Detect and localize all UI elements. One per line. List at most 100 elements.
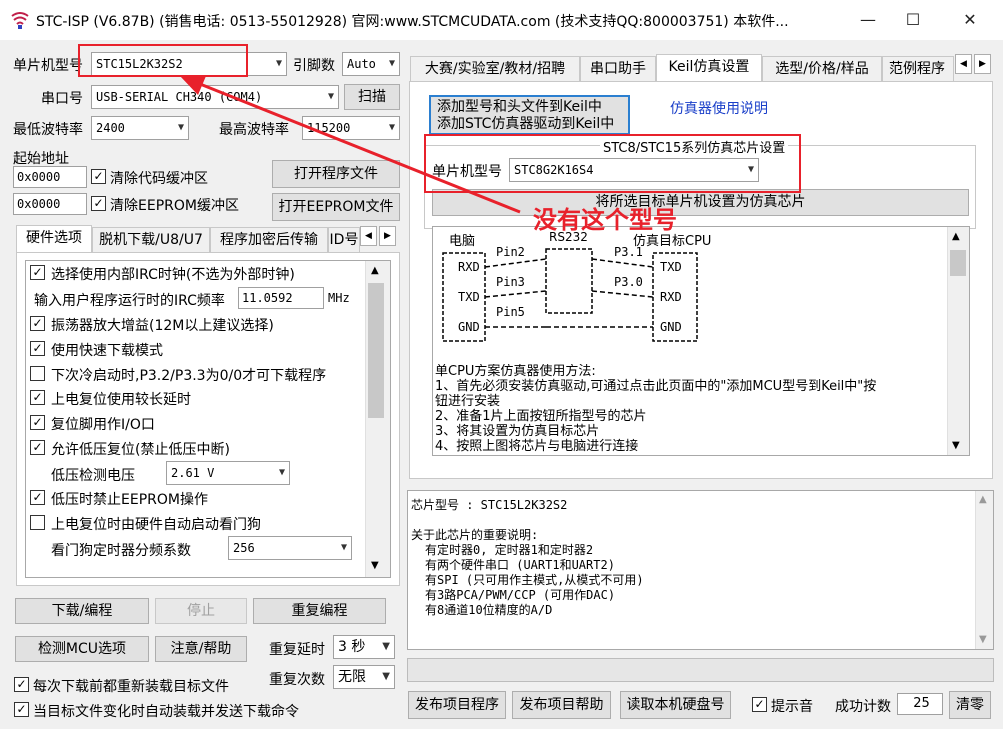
publish-help-button[interactable]: 发布项目帮助 [512,691,611,719]
tab-examples[interactable]: 范例程序 [882,56,954,82]
clear-code-checkbox[interactable]: ✓ [91,169,106,184]
instruction-line: 单CPU方案仿真器使用方法: [435,364,596,379]
irc-label: 选择使用内部IRC时钟(不选为外部时钟) [51,267,295,283]
maximize-button[interactable]: ☐ [890,0,936,40]
open-eeprom-button[interactable]: 打开EEPROM文件 [272,193,400,221]
irc-freq-unit: MHz [328,291,350,305]
app-icon [11,12,29,29]
low-voltage-reset-checkbox[interactable]: ✓ [30,440,45,455]
download-button[interactable]: 下载/编程 [15,598,149,624]
osc-gain-checkbox[interactable]: ✓ [30,316,45,331]
min-baud-select[interactable]: 2400 ▼ [91,116,189,140]
chip-info-scroll-down-icon[interactable]: ▼ [979,634,987,645]
chip-info-line: 有8通道10位精度的A/D [425,603,553,617]
tab-keil-settings[interactable]: Keil仿真设置 [656,54,762,82]
eeprom-address-input[interactable]: 0x0000 [13,193,87,215]
code-address-input[interactable]: 0x0000 [13,166,87,188]
reload-label: 每次下载前都重新装载目标文件 [33,679,229,695]
wdt-div-select[interactable]: 256 ▼ [228,536,352,560]
reprogram-button[interactable]: 重复编程 [253,598,386,624]
info-scroll-up-icon[interactable]: ▲ [952,231,960,242]
pins-select[interactable]: Auto ▼ [342,52,400,76]
scan-button[interactable]: 扫描 [344,84,400,110]
chip-info-line [411,513,644,528]
min-baud-value: 2400 [96,121,125,135]
power-delay-checkbox[interactable]: ✓ [30,390,45,405]
tab-scroll-left-icon[interactable]: ◀ [360,226,377,246]
chevron-down-icon: ▼ [388,122,395,133]
hw-watchdog-checkbox[interactable] [30,515,45,530]
irc-checkbox[interactable]: ✓ [30,265,45,280]
clear-code-label: 清除代码缓冲区 [110,171,208,187]
port-select[interactable]: USB-SERIAL CH340 (COM4) ▼ [91,85,339,109]
pc-rxd: RXD [458,260,480,274]
chip-info-text: 芯片型号 : STC15L2K32S2 关于此芯片的重要说明: 有定时器0, 定… [411,498,644,618]
publish-program-button[interactable]: 发布项目程序 [408,691,506,719]
sound-checkbox[interactable]: ✓ [752,697,767,712]
emulator-manual-link[interactable]: 仿真器使用说明 [670,98,768,118]
tab-scroll-right-icon[interactable]: ▶ [379,226,396,246]
open-program-button[interactable]: 打开程序文件 [272,160,400,188]
scroll-thumb[interactable] [368,283,384,418]
close-button[interactable]: ✕ [947,0,993,40]
max-baud-select[interactable]: 115200 ▼ [302,116,400,140]
auto-send-label: 当目标文件变化时自动装载并发送下载命令 [33,704,299,720]
info-scroll-thumb[interactable] [950,250,966,276]
instructions-text: 单CPU方案仿真器使用方法: 1、首先必须安装仿真驱动,可通过点击此页面中的"添… [435,364,945,454]
chevron-down-icon: ▼ [177,122,184,133]
read-disk-button[interactable]: 读取本机硬盘号 [620,691,731,719]
tab-id[interactable]: ID号 [328,227,360,253]
tab-contest[interactable]: 大赛/实验室/教材/招聘 [410,56,580,82]
repeat-delay-label: 重复延时 [269,642,325,658]
chevron-down-icon: ▼ [340,542,347,553]
scroll-down-icon[interactable]: ▼ [371,560,379,571]
reload-checkbox[interactable]: ✓ [14,677,29,692]
pin3-label: Pin3 [496,275,525,289]
repeat-count-select[interactable]: 无限 ▼ [333,665,395,689]
scroll-up-icon[interactable]: ▲ [371,265,379,276]
chip-info-line: 有两个硬件串口 (UART1和UART2) [425,558,615,572]
irc-freq-input[interactable]: 11.0592 [238,287,324,309]
help-button[interactable]: 注意/帮助 [155,636,247,662]
instruction-line: 1、首先必须安装仿真驱动,可通过点击此页面中的"添加MCU型号到Keil中"按 [435,379,877,394]
lv-eeprom-checkbox[interactable]: ✓ [30,490,45,505]
pin2-label: Pin2 [496,245,525,259]
chip-info-line: 芯片型号 : STC15L2K32S2 [411,498,568,512]
tab-serial-assistant[interactable]: 串口助手 [580,56,656,82]
instruction-line: 2、准备1片上面按钮所指型号的芯片 [435,409,647,424]
highlight-mcu-type-box [78,44,248,77]
detect-mcu-button[interactable]: 检测MCU选项 [15,636,149,662]
target-rxd: RXD [660,290,682,304]
chevron-down-icon: ▼ [388,58,395,69]
cold-start-label: 下次冷启动时,P3.2/P3.3为0/0才可下载程序 [51,368,327,384]
minimize-button[interactable]: — [845,0,891,40]
mcu-type-label: 单片机型号 [13,58,83,74]
annotation-text: 没有这个型号 [533,206,677,234]
pc-txd: TXD [458,290,480,304]
cold-start-checkbox[interactable] [30,366,45,381]
set-emulator-chip-button[interactable]: 将所选目标单片机设置为仿真芯片 [432,189,969,216]
clear-eeprom-checkbox[interactable]: ✓ [91,196,106,211]
tab-encrypted-transfer[interactable]: 程序加密后传输 [210,227,328,253]
lv-detect-label: 低压检测电压 [51,468,135,484]
tab-offline-download[interactable]: 脱机下载/U8/U7 [92,227,210,253]
right-tab-scroll-left-icon[interactable]: ◀ [955,54,972,74]
wdt-div-value: 256 [233,541,255,555]
highlight-keil-mcu-box [424,134,801,193]
right-tab-scroll-right-icon[interactable]: ▶ [974,54,991,74]
port-label: 串口号 [41,91,83,107]
chip-info-scroll-up-icon[interactable]: ▲ [979,494,987,505]
auto-send-checkbox[interactable]: ✓ [14,702,29,717]
chip-info-scrollbar[interactable] [975,491,993,649]
stop-button[interactable]: 停止 [155,598,247,624]
tab-hardware-options[interactable]: 硬件选项 [16,225,92,253]
info-scroll-down-icon[interactable]: ▼ [952,440,960,451]
fast-download-checkbox[interactable]: ✓ [30,341,45,356]
add-to-keil-button[interactable]: 添加型号和头文件到Keil中 添加STC仿真器驱动到Keil中 [429,95,630,135]
irc-freq-label: 输入用户程序运行时的IRC频率 [34,293,225,309]
lv-detect-select[interactable]: 2.61 V ▼ [166,461,290,485]
repeat-delay-select[interactable]: 3 秒 ▼ [333,635,395,659]
reset-io-checkbox[interactable]: ✓ [30,415,45,430]
clear-count-button[interactable]: 清零 [949,691,991,719]
tab-selection-price[interactable]: 选型/价格/样品 [762,56,882,82]
